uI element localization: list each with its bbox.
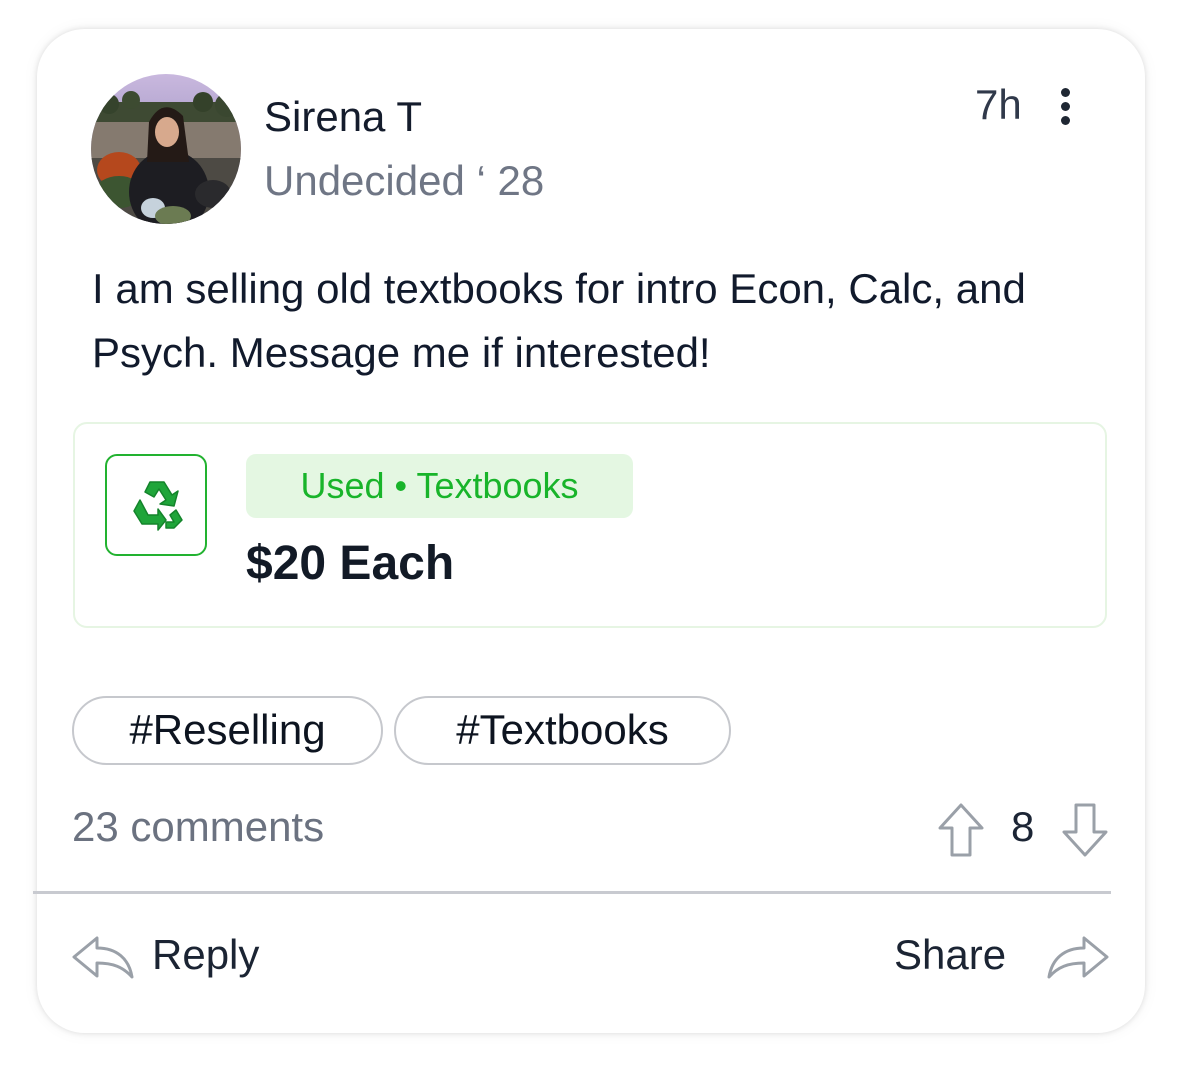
author-subtitle: Undecided ‘ 28 bbox=[264, 157, 545, 204]
post-card: Sirena T Undecided ‘ 28 7h I am selling … bbox=[33, 29, 1145, 1033]
reply-label: Reply bbox=[152, 931, 260, 978]
category-badge: Used • Textbooks bbox=[246, 454, 633, 518]
tag-textbooks[interactable]: #Textbooks bbox=[394, 696, 731, 765]
share-arrow-icon bbox=[1047, 936, 1109, 979]
comments-count[interactable]: 23 comments bbox=[72, 803, 324, 851]
tag-reselling[interactable]: #Reselling bbox=[72, 696, 383, 765]
listing-price: $20 Each bbox=[246, 537, 455, 590]
listing-card[interactable]: Used • Textbooks $20 Each bbox=[73, 422, 1107, 628]
post-timestamp: 7h bbox=[975, 81, 1022, 128]
more-options-icon[interactable] bbox=[1051, 85, 1079, 129]
vote-count: 8 bbox=[1011, 803, 1035, 850]
author-name[interactable]: Sirena T bbox=[264, 93, 422, 141]
upvote-arrow-icon[interactable] bbox=[937, 802, 985, 858]
avatar[interactable] bbox=[91, 74, 241, 224]
downvote-arrow-icon[interactable] bbox=[1061, 802, 1109, 858]
divider bbox=[33, 891, 1111, 894]
post-body: I am selling old textbooks for intro Eco… bbox=[92, 265, 1026, 376]
share-label: Share bbox=[894, 931, 1007, 978]
share-button[interactable]: Share bbox=[894, 931, 1110, 987]
reply-arrow-icon bbox=[72, 936, 134, 979]
recycle-icon bbox=[105, 454, 207, 556]
